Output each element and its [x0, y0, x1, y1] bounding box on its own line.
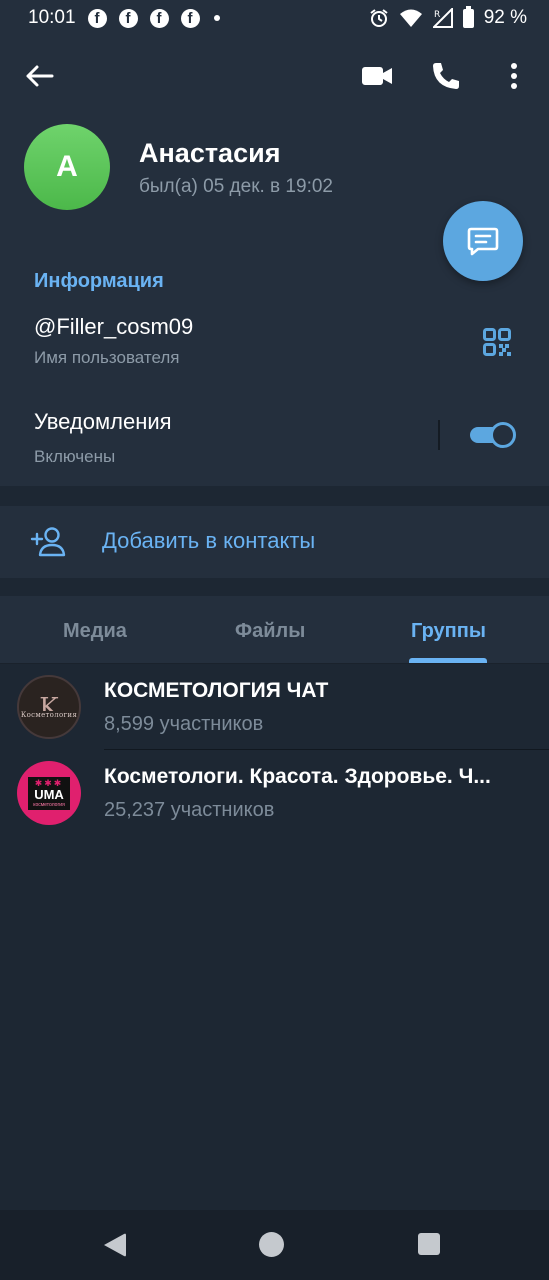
group-name: Косметологи. Красота. Здоровье. Ч... — [104, 765, 491, 788]
group-member-count: 8,599 участников — [104, 713, 264, 735]
facebook-icon: f — [87, 8, 107, 28]
last-seen-status: был(а) 05 дек. в 19:02 — [139, 176, 333, 197]
message-button[interactable] — [443, 201, 523, 281]
wifi-icon — [399, 9, 422, 27]
notifications-status: Включены — [34, 447, 116, 466]
battery-percent: 92 % — [483, 7, 527, 28]
system-navigation-bar — [0, 1210, 549, 1280]
username-label: Имя пользователя — [34, 348, 180, 367]
uma-logo: ✱✱✱ UMA косметология — [28, 776, 70, 810]
username-value[interactable]: @Filler_cosm09 — [34, 314, 193, 340]
battery-icon — [462, 5, 474, 28]
group-name: КОСМЕТОЛОГИЯ ЧАТ — [104, 679, 329, 702]
qr-code-icon[interactable] — [483, 328, 511, 356]
message-icon — [467, 227, 499, 256]
profile-name: Анастасия — [139, 138, 281, 168]
group-avatar-text: UMA — [34, 786, 64, 802]
list-item-group[interactable]: K Косметология КОСМЕТОЛОГИЯ ЧАТ 8,599 уч… — [0, 664, 549, 750]
divider — [438, 420, 440, 450]
tab-files[interactable]: Файлы — [235, 620, 305, 643]
section-title-info: Информация — [34, 270, 164, 292]
status-time: 10:01 — [28, 7, 76, 28]
avatar-letter: А — [56, 150, 78, 183]
signal-icon: R — [432, 8, 453, 28]
add-user-icon — [30, 527, 66, 557]
profile-avatar[interactable]: А — [24, 124, 110, 210]
nav-recents-icon[interactable] — [418, 1233, 440, 1255]
shared-media-tabs: Медиа Файлы Группы — [0, 596, 549, 664]
list-item-group[interactable]: ✱✱✱ UMA косметология Косметологи. Красот… — [0, 750, 549, 836]
group-avatar-caption: косметология — [33, 801, 65, 808]
phone-icon[interactable] — [428, 58, 464, 94]
info-section: Информация @Filler_cosm09 Имя пользовате… — [0, 242, 549, 486]
svg-text:R: R — [434, 10, 440, 20]
active-tab-indicator — [409, 658, 487, 663]
video-call-icon[interactable] — [359, 58, 395, 94]
nav-back-icon[interactable] — [102, 1231, 128, 1259]
back-arrow-icon[interactable] — [22, 58, 58, 94]
group-avatar: ✱✱✱ UMA косметология — [17, 761, 81, 825]
alarm-icon — [370, 9, 388, 27]
facebook-icon: f — [149, 8, 169, 28]
group-avatar-caption: Косметология — [19, 711, 79, 719]
group-member-count: 25,237 участников — [104, 799, 275, 821]
notifications-label[interactable]: Уведомления — [34, 409, 172, 435]
more-notifications-dot — [213, 15, 220, 21]
toggle-knob — [490, 422, 516, 448]
status-right: R 92 % — [369, 5, 527, 29]
add-contact-label: Добавить в контакты — [102, 528, 316, 553]
add-contact-button[interactable]: Добавить в контакты — [0, 506, 549, 578]
nav-home-icon[interactable] — [259, 1232, 284, 1257]
tab-groups[interactable]: Группы — [411, 620, 486, 643]
facebook-icon: f — [118, 8, 138, 28]
tab-media[interactable]: Медиа — [63, 620, 127, 643]
notifications-toggle[interactable] — [470, 422, 516, 448]
group-avatar: K Косметология — [17, 675, 81, 739]
more-vertical-icon[interactable] — [496, 58, 532, 94]
status-bar: 10:01 f f f f R 92 % — [0, 0, 549, 36]
facebook-icon: f — [180, 8, 200, 28]
